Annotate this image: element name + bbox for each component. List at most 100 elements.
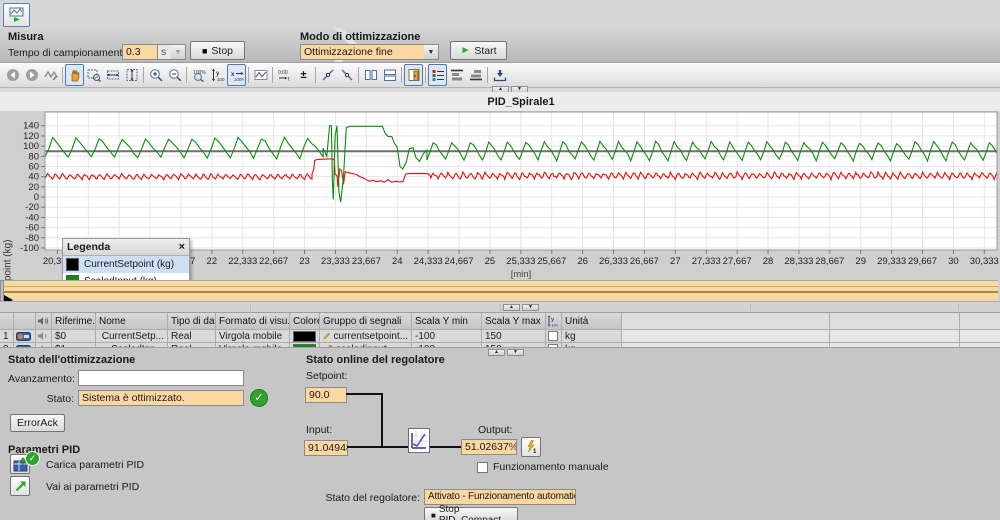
cell-color[interactable] <box>290 330 320 343</box>
zoom-out-icon[interactable] <box>165 64 184 86</box>
scroll-mark <box>250 304 251 311</box>
time-absolute-icon[interactable]: 0:00t <box>275 64 294 86</box>
curve-overview-icon[interactable] <box>251 64 270 86</box>
zoom-vertical-icon[interactable] <box>122 64 141 86</box>
trace-view-button[interactable] <box>3 3 30 27</box>
state-label: Stato: <box>8 393 74 405</box>
table-row[interactable]: 1 $0 CurrentSetp... Real Virgola mobile … <box>0 330 1000 343</box>
time-relative-icon[interactable]: ± <box>294 64 313 86</box>
cell-group[interactable]: currentsetpoint... <box>320 330 412 343</box>
svg-text:22,333: 22,333 <box>228 256 257 267</box>
toolbar-separator <box>425 67 426 83</box>
split-horizontal-icon[interactable] <box>380 64 399 86</box>
split-vertical-icon[interactable] <box>361 64 380 86</box>
zoom-100-icon[interactable]: 100% <box>189 64 208 86</box>
success-check-icon: ✓ <box>250 389 268 407</box>
title-strip <box>0 0 1000 29</box>
col-header-unit[interactable]: Unità <box>562 313 622 330</box>
col-header-color[interactable]: Colore <box>290 313 320 330</box>
signal-table: Riferime.. Nome Tipo di dati Formato di … <box>0 312 1000 348</box>
col-header-type[interactable]: Tipo di dati <box>168 313 216 330</box>
col-header-name[interactable]: Nome <box>96 313 168 330</box>
export-icon[interactable] <box>490 64 509 86</box>
svg-text:y: y <box>551 317 555 323</box>
svg-text:30: 30 <box>948 256 959 267</box>
output-label: Output: <box>478 424 512 436</box>
snap-curve-icon[interactable] <box>41 64 60 86</box>
svg-text:28: 28 <box>763 256 774 267</box>
manual-mode-checkbox[interactable] <box>477 462 488 473</box>
tuning-state-field: Sistema è ottimizzato. <box>78 390 244 406</box>
ruler-horizontal-icon[interactable] <box>337 64 356 86</box>
col-header-group[interactable]: Gruppo di segnali <box>320 313 412 330</box>
ruler-vertical-icon[interactable] <box>318 64 337 86</box>
trend-chart[interactable]: CurrentSetpoint (kg) 140120100806040200-… <box>0 111 1000 280</box>
collapse-down-icon[interactable]: ▼ <box>522 304 539 311</box>
manual-value-button[interactable]: 1 <box>521 437 541 457</box>
splitter-handle[interactable]: ▲ ▼ <box>503 304 539 311</box>
autoscale-x-icon[interactable]: x100% <box>227 64 246 86</box>
overview-curve-upper <box>3 286 998 287</box>
legend-item-currentsetpoint[interactable]: CurrentSetpoint (kg) <box>63 256 189 273</box>
setpoint-field: 90.0 <box>305 387 347 403</box>
autoscale-header: y100 <box>546 313 562 330</box>
tuning-start-button[interactable]: ► Start <box>450 41 507 60</box>
collapse-down-icon[interactable]: ▼ <box>507 349 524 356</box>
legend-header[interactable]: Legenda × <box>63 239 189 256</box>
svg-text:22: 22 <box>207 256 218 267</box>
toolbar-separator <box>487 67 488 83</box>
zoom-in-icon[interactable] <box>146 64 165 86</box>
zoom-selection-icon[interactable] <box>84 64 103 86</box>
trace-toolbar: 100% y100 x100% 0:00t ± <box>0 63 1000 88</box>
signal-icon-header <box>14 313 36 330</box>
collapse-up-icon[interactable]: ▲ <box>503 304 520 311</box>
svg-text:27,667: 27,667 <box>723 256 752 267</box>
tuning-mode-dropdown-arrow[interactable]: ▼ <box>424 44 439 60</box>
goto-pid-params-button[interactable] <box>10 476 30 496</box>
toolbar-separator <box>62 67 63 83</box>
legend-panel-icon[interactable] <box>404 64 423 86</box>
cell-autoscale[interactable] <box>546 330 562 343</box>
progress-field[interactable] <box>78 370 244 386</box>
col-header-ymax[interactable]: Scala Y max <box>482 313 546 330</box>
pan-hand-icon[interactable] <box>65 64 84 86</box>
cell-ref: $0 <box>52 330 96 343</box>
back-icon[interactable] <box>3 64 22 86</box>
speaker-icon[interactable] <box>36 330 52 343</box>
status-panel: ▲ ▼ Stato dell'ottimizzazione Avanzament… <box>0 347 1000 520</box>
stop-pid-compact-button[interactable]: ■ Stop PID_Compact <box>424 507 518 520</box>
sampling-time-input[interactable]: 0.3 <box>122 44 158 60</box>
pid-controller-block[interactable] <box>408 428 430 453</box>
forward-icon[interactable] <box>22 64 41 86</box>
sampling-time-dropdown-arrow[interactable]: ▼ <box>171 44 186 60</box>
scroll-mark <box>750 304 751 311</box>
tuning-mode-select[interactable]: Ottimizzazione fine <box>300 44 425 60</box>
col-header-ref[interactable]: Riferime.. <box>52 313 96 330</box>
col-header-format[interactable]: Formato di visu.. <box>216 313 290 330</box>
svg-text:25: 25 <box>485 256 496 267</box>
align-bottom-icon[interactable] <box>466 64 485 86</box>
error-ack-button[interactable]: ErrorAck <box>10 414 65 432</box>
row-number-header <box>0 313 14 330</box>
signal-list-icon[interactable] <box>428 64 447 86</box>
pencil-icon <box>323 331 331 341</box>
svg-text:23,333: 23,333 <box>321 256 350 267</box>
autoscale-y-icon[interactable]: y100 <box>208 64 227 86</box>
controller-state-label: Stato del regolatore: <box>306 492 420 504</box>
autoscale-checkbox[interactable] <box>548 331 558 341</box>
measure-stop-button[interactable]: ■ Stop <box>190 41 245 60</box>
svg-text:25,333: 25,333 <box>506 256 535 267</box>
col-header-ymin[interactable]: Scala Y min <box>412 313 482 330</box>
collapse-up-icon[interactable]: ▲ <box>488 349 505 356</box>
play-icon: ► <box>460 45 470 56</box>
scroll-mark <box>958 304 959 311</box>
splitter-handle[interactable]: ▲ ▼ <box>488 349 524 356</box>
mode-panel-title: Modo di ottimizzazione <box>300 31 420 43</box>
zoom-horizontal-icon[interactable] <box>103 64 122 86</box>
color-swatch[interactable] <box>293 331 316 342</box>
svg-text:29,333: 29,333 <box>877 256 906 267</box>
cell-unit: kg <box>562 330 622 343</box>
align-top-icon[interactable] <box>447 64 466 86</box>
svg-text:t: t <box>288 77 290 83</box>
close-icon[interactable]: × <box>179 242 185 253</box>
